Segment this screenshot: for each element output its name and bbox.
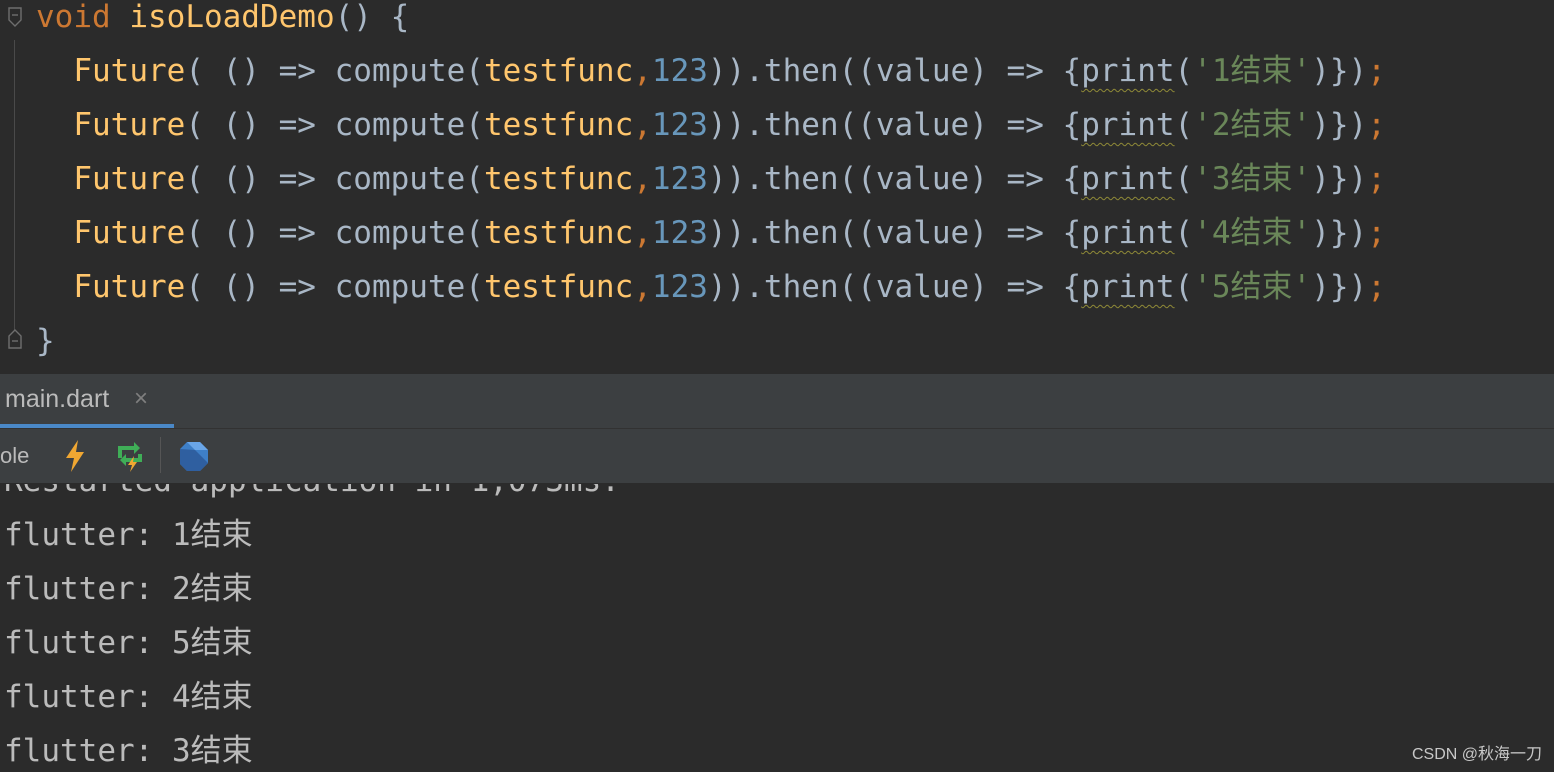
code-token: ( () => compute( (185, 53, 484, 89)
code-token: 123 (651, 161, 708, 197)
code-editor[interactable]: void isoLoadDemo() { Future( () => compu… (0, 0, 1554, 374)
watermark: CSDN @秋海一刀 (1411, 746, 1542, 763)
code-token: print (1081, 161, 1175, 197)
code-token: ( () => compute( (185, 269, 484, 305)
code-token: testfunc (483, 161, 634, 197)
code-token: )).then((value) => { (707, 107, 1082, 143)
run-console[interactable]: Restarted application in 1,073ms. flutter… (0, 484, 1554, 772)
code-token: 123 (651, 53, 708, 89)
console-line: flutter: 4结束 (4, 679, 253, 715)
code-token: ( (1174, 53, 1194, 89)
code-token: ( (1174, 269, 1194, 305)
code-line[interactable]: Future( () => compute(testfunc,123)).the… (36, 44, 1386, 98)
code-token: Future (73, 269, 186, 305)
code-line[interactable]: Future( () => compute(testfunc,123)).the… (36, 152, 1386, 206)
code-token: )}) (1311, 269, 1368, 305)
code-token: 123 (651, 215, 708, 251)
code-token: )).then((value) => { (707, 161, 1082, 197)
code-token: testfunc (483, 107, 634, 143)
code-token: ; (1367, 107, 1386, 143)
code-token: print (1081, 107, 1175, 143)
code-token: testfunc (483, 269, 634, 305)
console-line: flutter: 5结束 (4, 625, 253, 661)
code-token: 123 (651, 107, 708, 143)
code-token: } (36, 323, 55, 359)
code-token: , (633, 107, 652, 143)
code-token: )).then((value) => { (707, 215, 1082, 251)
code-token: '1结束' (1193, 53, 1312, 89)
console-tab-label[interactable]: ole (0, 443, 29, 469)
code-token: print (1081, 53, 1175, 89)
tab-label: main.dart (5, 385, 110, 413)
console-line: flutter: 3结束 (4, 733, 253, 769)
code-token: Future (73, 53, 186, 89)
code-token: )}) (1311, 161, 1368, 197)
code-token: testfunc (483, 53, 634, 89)
code-token: ( (1174, 107, 1194, 143)
fold-open-icon[interactable] (7, 6, 23, 28)
code-token: , (633, 161, 652, 197)
code-token: ( () => compute( (185, 161, 484, 197)
code-token: Future (73, 215, 186, 251)
code-token: void (36, 0, 130, 35)
code-token: Future (73, 107, 186, 143)
code-token: ; (1367, 269, 1386, 305)
code-token: testfunc (483, 215, 634, 251)
code-token: ( () => compute( (185, 215, 484, 251)
code-token: , (633, 53, 652, 89)
code-token: print (1081, 269, 1175, 305)
code-token: )}) (1311, 215, 1368, 251)
code-line[interactable]: } (36, 314, 55, 368)
code-token: ( (1174, 161, 1194, 197)
code-token: )}) (1311, 107, 1368, 143)
code-token: Future (73, 161, 186, 197)
code-line[interactable]: Future( () => compute(testfunc,123)).the… (36, 260, 1386, 314)
hot-restart-icon[interactable] (112, 440, 146, 472)
code-token: ( () => compute( (185, 107, 484, 143)
code-token: )}) (1311, 53, 1368, 89)
tab-main-dart[interactable]: main.dart × (0, 374, 174, 428)
active-tab-indicator (0, 424, 174, 428)
console-line-partial: Restarted application in 1,073ms. (4, 484, 620, 508)
console-line: flutter: 1结束 (4, 517, 253, 553)
code-token: ; (1367, 215, 1386, 251)
fold-close-icon[interactable] (7, 328, 23, 350)
toolbar-separator (160, 437, 161, 473)
code-token: () { (334, 0, 410, 35)
code-line[interactable]: void isoLoadDemo() { (36, 0, 409, 44)
code-line[interactable]: Future( () => compute(testfunc,123)).the… (36, 98, 1386, 152)
code-token: '5结束' (1193, 269, 1312, 305)
editor-tab-bar: main.dart × (0, 374, 1554, 429)
code-line[interactable]: Future( () => compute(testfunc,123)).the… (36, 206, 1386, 260)
hot-reload-icon[interactable] (62, 439, 88, 473)
code-token: print (1081, 215, 1175, 251)
code-token: )).then((value) => { (707, 53, 1082, 89)
code-token: '3结束' (1193, 161, 1312, 197)
code-token: isoLoadDemo (129, 0, 335, 35)
code-token: '2结束' (1193, 107, 1312, 143)
code-token: 123 (651, 269, 708, 305)
code-token: , (633, 215, 652, 251)
code-token: , (633, 269, 652, 305)
dart-devtools-icon[interactable] (178, 439, 210, 473)
code-token: '4结束' (1193, 215, 1312, 251)
run-toolbar: ole (0, 429, 1554, 484)
fold-guide-line (14, 40, 15, 330)
console-line: flutter: 2结束 (4, 571, 253, 607)
code-token: ( (1174, 215, 1194, 251)
close-icon[interactable]: × (134, 385, 148, 413)
code-token: )).then((value) => { (707, 269, 1082, 305)
code-token: ; (1367, 53, 1386, 89)
code-token: ; (1367, 161, 1386, 197)
